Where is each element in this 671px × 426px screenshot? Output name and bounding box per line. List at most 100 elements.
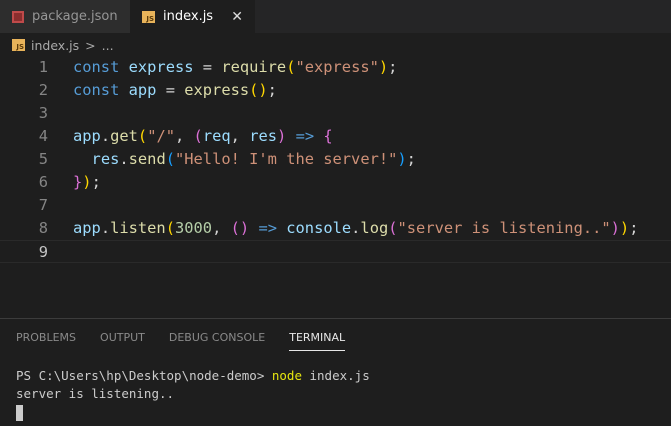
code-token: ) <box>82 173 92 191</box>
line-number: 2 <box>38 81 48 99</box>
code-token: ) <box>610 219 620 237</box>
line-content: app.listen(3000, () => console.log("serv… <box>73 217 638 240</box>
code-line[interactable]: 4 app.get("/", (req, res) => { <box>0 125 671 148</box>
code-token: express <box>184 81 250 99</box>
js-file-icon: JS <box>12 39 25 51</box>
code-token: ; <box>388 58 398 76</box>
terminal-command: node <box>271 368 302 383</box>
line-number: 4 <box>38 127 48 145</box>
code-token: () <box>249 81 268 99</box>
close-icon[interactable]: ✕ <box>231 9 243 25</box>
code-token: , <box>175 127 194 145</box>
code-token: . <box>100 127 111 145</box>
code-token: ) <box>397 150 407 168</box>
code-line[interactable]: 5 res.send("Hello! I'm the server!"); <box>0 148 671 171</box>
code-token: ) <box>619 219 630 237</box>
code-token: const <box>73 58 120 76</box>
code-token: ; <box>91 173 101 191</box>
code-token: res <box>249 127 277 145</box>
line-number: 5 <box>38 150 48 168</box>
code-token: { <box>323 127 333 145</box>
line-content: app.get("/", (req, res) => { <box>73 125 333 148</box>
code-token: ( <box>388 219 398 237</box>
code-token: , <box>212 219 231 237</box>
breadcrumb-file[interactable]: index.js <box>31 38 79 53</box>
code-line[interactable]: 6}); <box>0 171 671 194</box>
code-token: req <box>202 127 231 145</box>
chevron-right-icon: > <box>85 37 96 53</box>
line-number: 3 <box>38 104 48 122</box>
line-number: 7 <box>38 196 48 214</box>
tab-output[interactable]: OUTPUT <box>100 331 145 351</box>
code-token: ) <box>277 127 287 145</box>
breadcrumb: JS index.js > ... <box>12 35 114 55</box>
code-token: = <box>156 81 185 99</box>
code-token: require <box>221 58 287 76</box>
terminal[interactable]: PS C:\Users\hp\Desktop\node-demo> node i… <box>16 367 370 421</box>
code-token: listen <box>110 219 166 237</box>
code-token: ( <box>137 127 148 145</box>
tab-debug-console[interactable]: DEBUG CONSOLE <box>169 331 265 351</box>
json-file-icon <box>12 10 24 23</box>
tab-label: index.js <box>163 9 214 24</box>
code-token: const <box>73 81 120 99</box>
tab-label: package.json <box>32 9 118 24</box>
code-token: , <box>230 127 250 145</box>
code-token: express <box>128 58 194 76</box>
tab-problems[interactable]: PROBLEMS <box>16 331 76 351</box>
code-line[interactable]: 2 const app = express(); <box>0 79 671 102</box>
js-file-icon: JS <box>142 10 155 23</box>
code-token: get <box>110 127 138 145</box>
line-content: const express = require("express"); <box>73 56 397 79</box>
code-editor[interactable]: 1 const express = require("express"); 2 con… <box>0 56 671 263</box>
line-number: 6 <box>38 173 48 191</box>
tab-terminal[interactable]: TERMINAL <box>289 331 346 351</box>
code-token: ; <box>267 81 277 99</box>
code-token: 3000 <box>174 219 213 237</box>
code-token: "Hello! I'm the server!" <box>175 150 398 168</box>
line-number: 8 <box>38 219 48 237</box>
code-token: ( <box>165 219 175 237</box>
line-number: 9 <box>38 243 48 261</box>
tab-package-json[interactable]: package.json <box>0 0 130 33</box>
code-token: ; <box>406 150 416 168</box>
bottom-panel: PROBLEMS OUTPUT DEBUG CONSOLE TERMINAL P… <box>0 318 671 426</box>
code-token: } <box>73 173 83 191</box>
code-token: app <box>73 127 101 145</box>
terminal-args: index.js <box>301 368 370 383</box>
code-token: log <box>360 219 389 237</box>
code-token: res <box>91 150 120 168</box>
code-token: app <box>128 81 157 99</box>
code-line[interactable]: 3 <box>0 102 671 125</box>
code-line[interactable]: 9 <box>0 240 671 263</box>
terminal-command-line: PS C:\Users\hp\Desktop\node-demo> node i… <box>16 367 370 385</box>
code-line[interactable]: 1 const express = require("express"); <box>0 56 671 79</box>
code-token: ( <box>193 127 203 145</box>
breadcrumb-more[interactable]: ... <box>102 38 114 53</box>
code-token: => <box>295 127 315 145</box>
code-line[interactable]: 7 <box>0 194 671 217</box>
code-token: => <box>258 219 277 237</box>
line-content: res.send("Hello! I'm the server!"); <box>73 148 416 171</box>
line-number: 1 <box>38 58 48 76</box>
terminal-cursor <box>16 405 23 421</box>
code-token: "express" <box>295 58 379 76</box>
code-token: app <box>73 219 101 237</box>
panel-tabs: PROBLEMS OUTPUT DEBUG CONSOLE TERMINAL <box>16 331 346 351</box>
code-line[interactable]: 8 app.listen(3000, () => console.log("ser… <box>0 217 671 240</box>
line-content: }); <box>73 171 101 194</box>
code-token: . <box>100 219 111 237</box>
code-token: () <box>230 219 250 237</box>
tab-index-js[interactable]: JS index.js ✕ <box>130 0 255 33</box>
code-token: ( <box>165 150 175 168</box>
code-token: . <box>119 150 129 168</box>
code-token: console <box>286 219 352 237</box>
code-token: "server is listening.." <box>397 219 611 237</box>
code-token: ; <box>629 219 639 237</box>
